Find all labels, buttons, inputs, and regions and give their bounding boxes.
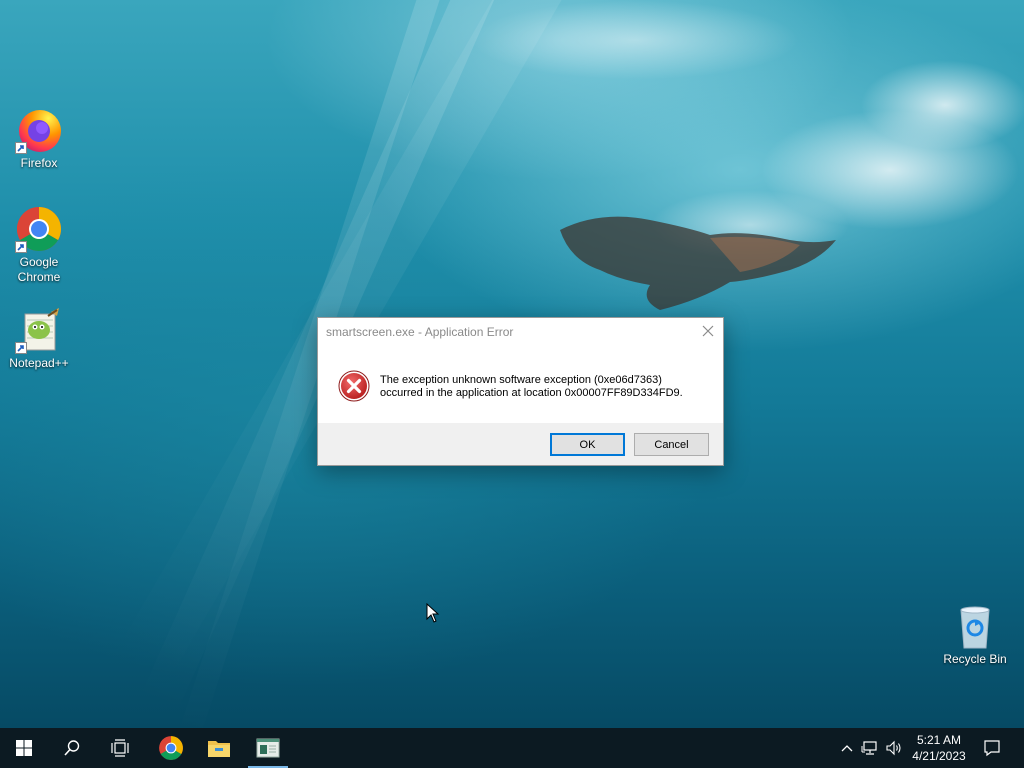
cancel-button[interactable]: Cancel: [634, 433, 709, 456]
mouse-cursor-icon: [426, 603, 440, 623]
ok-button[interactable]: OK: [550, 433, 625, 456]
window-app-icon: [256, 738, 280, 758]
application-error-dialog: smartscreen.exe - Application Error The …: [317, 317, 724, 466]
close-icon: [702, 325, 714, 337]
chrome-icon: [159, 736, 183, 760]
desktop-icon-label: Recycle Bin: [943, 652, 1007, 666]
network-tray-button[interactable]: [861, 738, 879, 758]
search-button[interactable]: [48, 728, 96, 768]
recycle-bin-icon: [960, 606, 990, 649]
desktop-icon-label: Google Chrome: [17, 255, 61, 284]
dialog-message: The exception unknown software exception…: [380, 374, 683, 400]
action-center-button[interactable]: [982, 738, 1002, 758]
task-view-icon: [111, 739, 129, 757]
notification-icon: [984, 740, 1000, 757]
water-foam: [470, 0, 800, 80]
shortcut-arrow-icon: [15, 142, 27, 154]
desktop-icon-label: Firefox: [20, 156, 58, 170]
taskbar: 5:21 AM 4/21/2023: [0, 728, 1024, 768]
dialog-message-line: occurred in the application at location …: [380, 387, 683, 399]
taskbar-active-window[interactable]: [244, 728, 292, 768]
network-icon: [861, 741, 877, 755]
dialog-message-line: The exception unknown software exception…: [380, 374, 662, 386]
dialog-close-button[interactable]: [699, 322, 717, 340]
shortcut-arrow-icon: [15, 342, 27, 354]
desktop-icon-chrome[interactable]: Google Chrome: [1, 205, 77, 285]
water-foam: [860, 60, 1024, 150]
dialog-button-bar: OK Cancel: [318, 423, 723, 465]
swimmer-silhouette: [560, 216, 836, 310]
clock-time: 5:21 AM: [916, 733, 962, 747]
dialog-title: smartscreen.exe - Application Error: [326, 325, 514, 339]
file-explorer-icon: [208, 741, 230, 757]
start-button[interactable]: [0, 728, 48, 768]
task-view-button[interactable]: [96, 728, 144, 768]
windows-logo-icon: [16, 740, 32, 756]
taskbar-clock[interactable]: 5:21 AM 4/21/2023: [904, 732, 974, 764]
desktop-icon-label: Notepad++: [9, 356, 69, 370]
chevron-up-icon: [841, 745, 853, 752]
desktop-icon-recycle-bin[interactable]: Recycle Bin: [937, 602, 1013, 667]
volume-tray-button[interactable]: [885, 738, 903, 758]
clock-date: 4/21/2023: [912, 749, 966, 763]
taskbar-file-explorer[interactable]: [195, 728, 243, 768]
shortcut-arrow-icon: [15, 241, 27, 253]
desktop-icon-firefox[interactable]: Firefox: [1, 106, 77, 171]
dialog-body: The exception unknown software exception…: [338, 370, 718, 410]
error-icon: [338, 370, 370, 402]
speaker-icon: [886, 740, 901, 756]
show-hidden-icons-button[interactable]: [838, 738, 856, 758]
taskbar-chrome[interactable]: [147, 728, 195, 768]
desktop-icon-notepadpp[interactable]: Notepad++: [1, 306, 77, 371]
search-icon: [64, 740, 80, 756]
